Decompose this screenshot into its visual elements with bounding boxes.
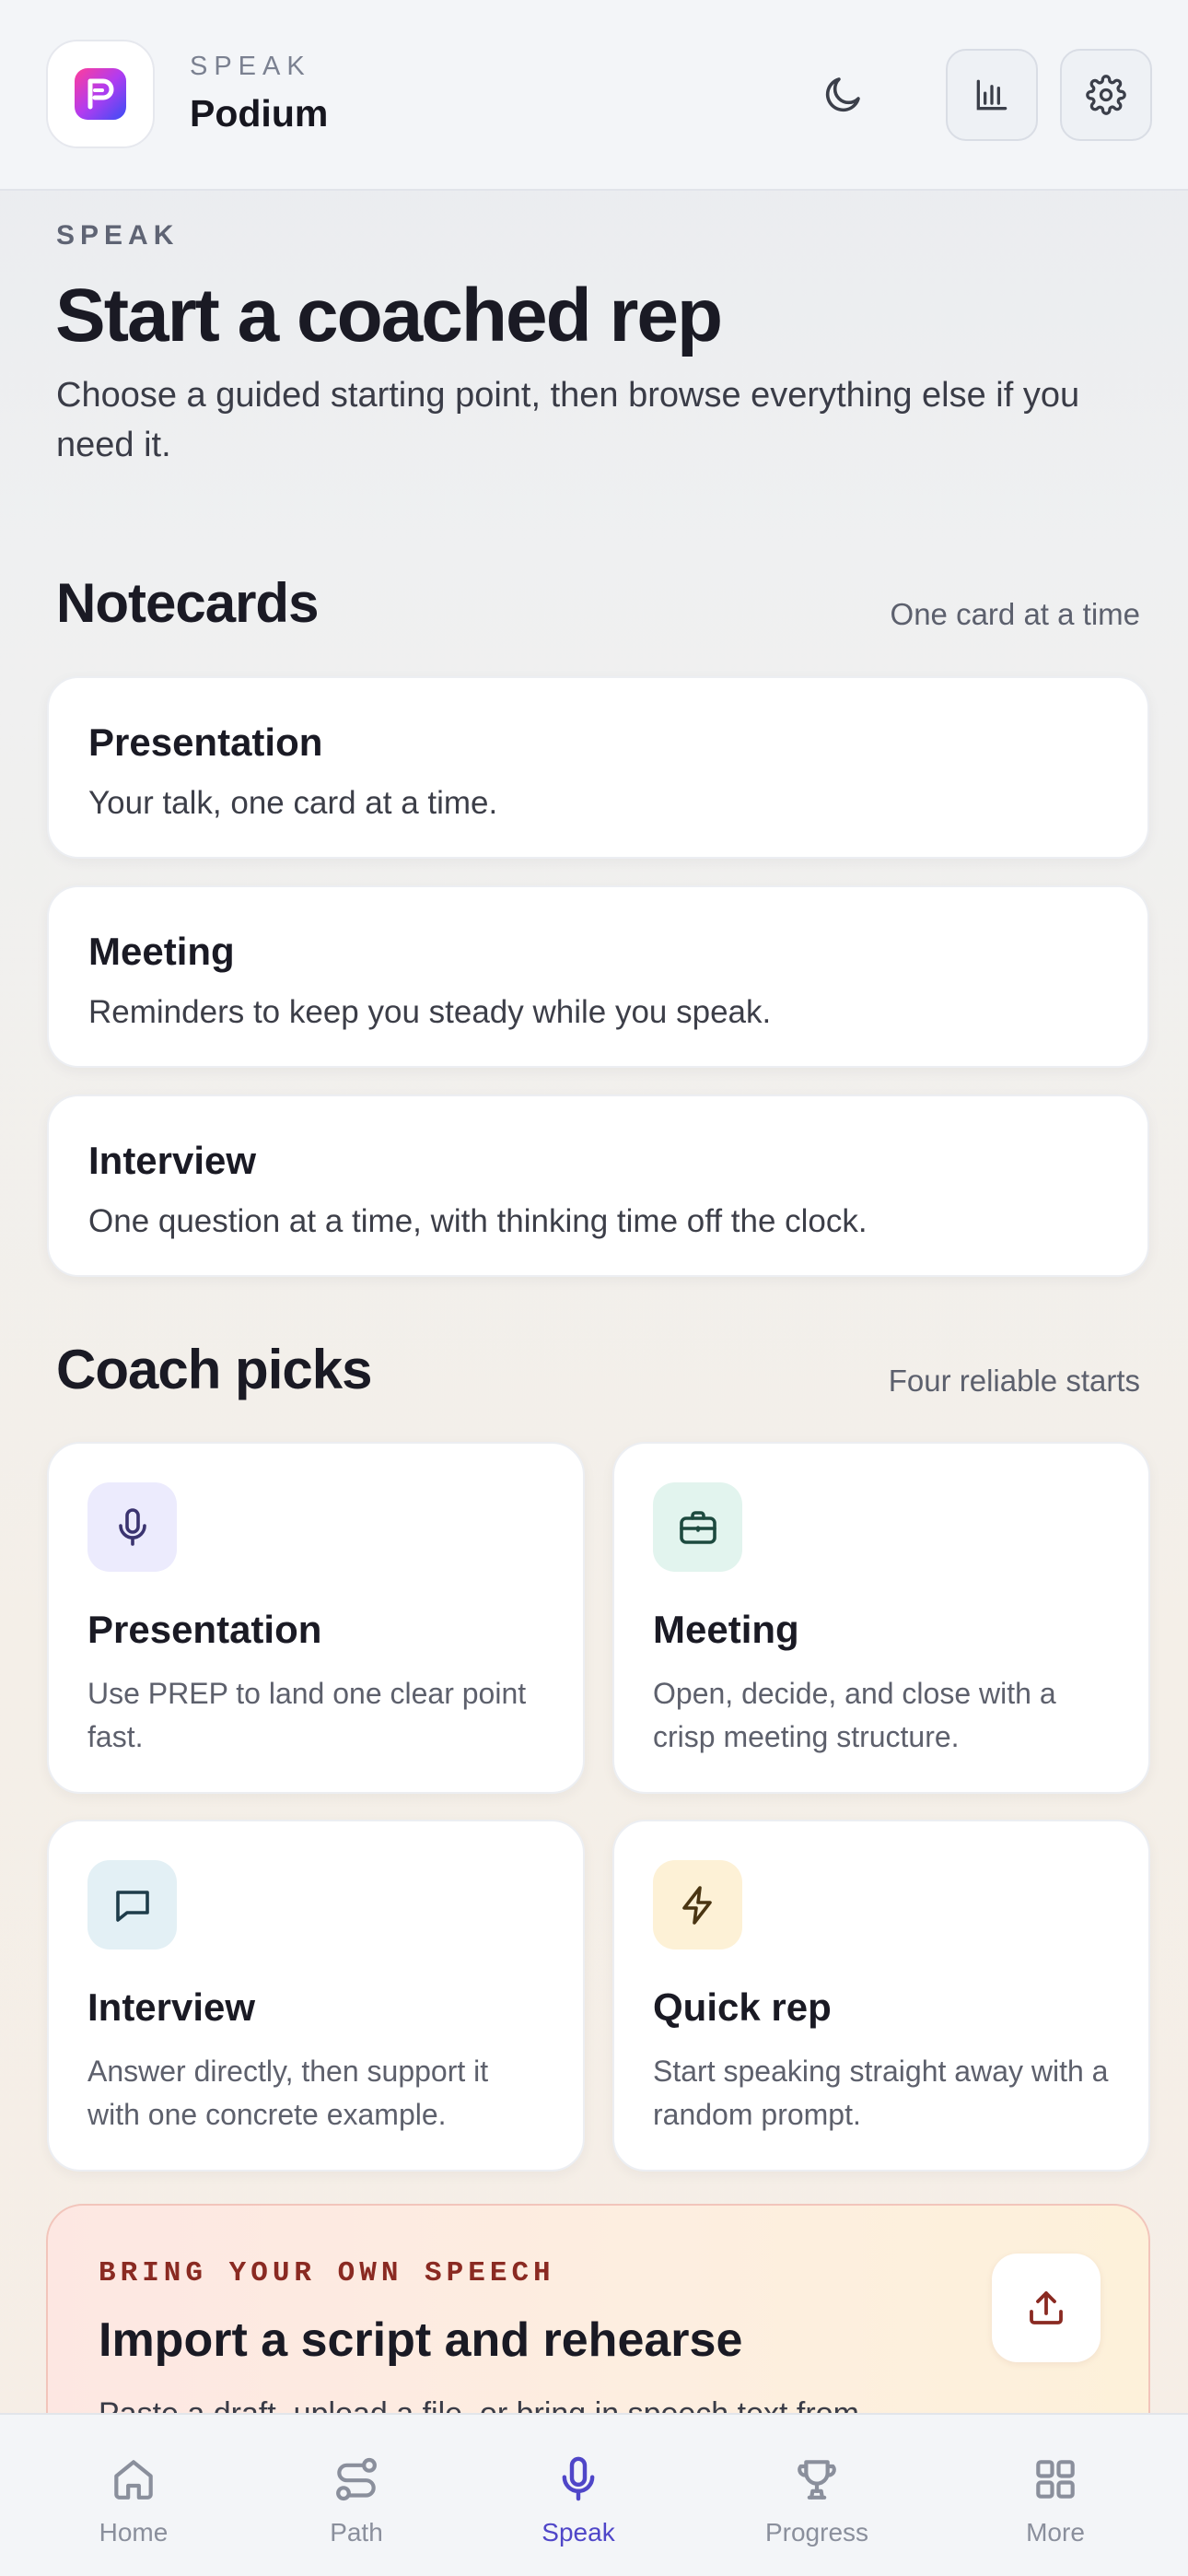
coach-pick-quick-rep[interactable]: Quick rep Start speaking straight away w… [612, 1820, 1150, 2172]
pick-description: Use PREP to land one clear point fast. [87, 1677, 527, 1753]
coach-pick-interview[interactable]: Interview Answer directly, then support … [47, 1820, 585, 2172]
bottom-nav: Home Path Speak Progress More [0, 2413, 1188, 2576]
nav-label: Home [99, 2518, 169, 2547]
nav-label: Speak [542, 2518, 615, 2547]
app-logo[interactable] [46, 40, 155, 148]
pick-icon-tile [87, 1860, 177, 1950]
theme-toggle-button[interactable] [801, 52, 886, 136]
app-title: Podium [190, 92, 329, 135]
coach-picks-heading: Coach picks [56, 1339, 372, 1400]
nav-item-speak[interactable]: Speak [486, 2415, 670, 2576]
app-subtitle: SPEAK [190, 52, 311, 81]
microphone-icon [562, 2456, 595, 2501]
coach-pick-presentation[interactable]: Presentation Use PREP to land one clear … [47, 1442, 585, 1794]
path-icon [336, 2457, 377, 2501]
pick-title: Interview [87, 1985, 256, 2029]
hero-eyebrow: SPEAK [56, 220, 180, 251]
notecard-description: Reminders to keep you steady while you s… [88, 994, 772, 1030]
chat-bubble-icon [115, 1890, 149, 1922]
nav-label: More [1026, 2518, 1085, 2547]
notecard-title: Meeting [88, 930, 235, 973]
notecard-title: Interview [88, 1139, 257, 1182]
stats-button[interactable] [946, 49, 1038, 141]
nav-label: Path [330, 2518, 383, 2547]
pick-icon-tile [87, 1482, 177, 1572]
home-icon [114, 2460, 153, 2500]
coach-pick-meeting[interactable]: Meeting Open, decide, and close with a c… [612, 1442, 1150, 1794]
nav-label: Progress [764, 2518, 869, 2547]
pick-title: Presentation [87, 1608, 322, 1651]
nav-item-home[interactable]: Home [41, 2415, 226, 2576]
app-header: SPEAK Podium [0, 0, 1188, 191]
nav-item-progress[interactable]: Progress [725, 2415, 909, 2576]
hero-description: Choose a guided starting point, then bro… [56, 376, 1080, 464]
notecard-meeting[interactable]: Meeting Reminders to keep you steady whi… [47, 885, 1149, 1068]
page-title: Start a coached rep [55, 274, 723, 357]
pick-description: Start speaking straight away with a rand… [653, 2055, 1109, 2131]
notecard-presentation[interactable]: Presentation Your talk, one card at a ti… [47, 676, 1149, 859]
import-eyebrow: BRING YOUR OWN SPEECH [99, 2257, 555, 2289]
briefcase-icon [679, 1510, 716, 1544]
upload-button[interactable] [992, 2254, 1101, 2362]
notecard-description: Your talk, one card at a time. [88, 785, 498, 821]
gear-icon [1086, 75, 1126, 115]
notecard-description: One question at a time, with thinking ti… [88, 1203, 868, 1239]
lightning-icon [681, 1885, 712, 1925]
notecard-interview[interactable]: Interview One question at a time, with t… [47, 1095, 1149, 1277]
nav-item-more[interactable]: More [963, 2415, 1147, 2576]
grid-icon [1036, 2460, 1075, 2499]
podium-logo-icon [75, 68, 126, 120]
upload-icon [1030, 2291, 1063, 2324]
microphone-icon [118, 1507, 146, 1546]
notecard-title: Presentation [88, 720, 323, 764]
settings-button[interactable] [1060, 49, 1152, 141]
coach-picks-note: Four reliable starts [888, 1364, 1140, 1398]
pick-icon-tile [653, 1860, 742, 1950]
notecards-heading: Notecards [56, 572, 319, 634]
pick-description: Open, decide, and close with a crisp mee… [653, 1677, 1056, 1753]
bar-chart-icon [976, 79, 1007, 111]
nav-item-path[interactable]: Path [264, 2415, 448, 2576]
trophy-icon [798, 2460, 836, 2500]
notecards-note: One card at a time [890, 597, 1140, 631]
pick-title: Quick rep [653, 1985, 832, 2029]
pick-title: Meeting [653, 1608, 799, 1651]
moon-icon [825, 77, 860, 112]
pick-description: Answer directly, then support it with on… [87, 2055, 489, 2131]
pick-icon-tile [653, 1482, 742, 1572]
import-title: Import a script and rehearse [99, 2313, 743, 2367]
